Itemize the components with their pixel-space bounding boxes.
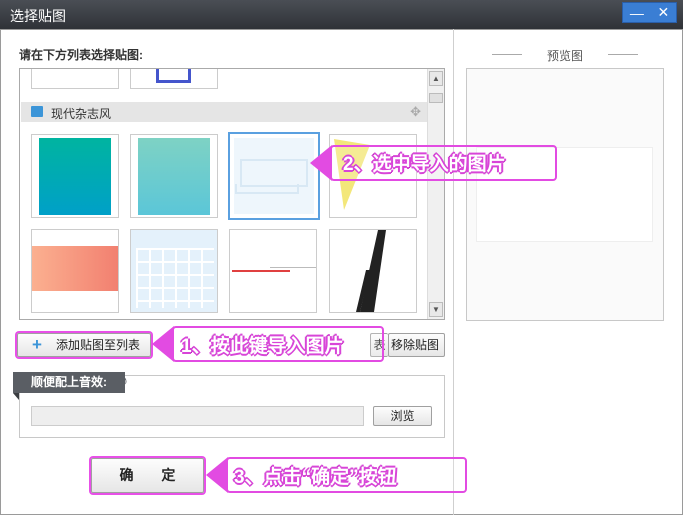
- annotation-step1: 1、按此键导入图片: [181, 336, 344, 357]
- add-sticker-button[interactable]: + 添加贴图至列表: [17, 333, 151, 357]
- plus-icon: +: [32, 335, 42, 354]
- close-button[interactable]: ✕: [657, 4, 669, 21]
- list-heading: 请在下方列表选择贴图:: [19, 48, 143, 62]
- window-controls: — ✕: [622, 2, 677, 23]
- sound-effect-label: 顺便配上音效:: [13, 372, 125, 400]
- category-label: 现代杂志风: [51, 107, 112, 121]
- panel-divider: [453, 29, 454, 515]
- annotation-arrow-2: [310, 145, 332, 181]
- move-icon[interactable]: ✥: [410, 104, 421, 120]
- scroll-down-arrow-icon[interactable]: ▼: [429, 302, 443, 317]
- annotation-step3: 3、点击“确定”按钮: [234, 467, 397, 488]
- sticker-thumb-frame-selected[interactable]: [228, 132, 320, 220]
- confirm-button[interactable]: 确 定: [91, 458, 204, 493]
- scroll-up-arrow-icon[interactable]: ▲: [429, 71, 443, 86]
- stripes-shape: [356, 230, 386, 312]
- sticker-thumb-peach[interactable]: [31, 229, 119, 313]
- sticker-thumb-black-stripes[interactable]: [329, 229, 417, 313]
- add-sticker-label: 添加贴图至列表: [56, 338, 141, 352]
- sticker-thumb-teal-blue[interactable]: [31, 134, 119, 218]
- music-note-icon: ♪: [118, 369, 129, 392]
- list-scrollbar[interactable]: ▲ ▼: [427, 69, 444, 319]
- sticker-list[interactable]: 现代杂志风 ✥ ▲ ▼: [19, 68, 445, 320]
- minimize-button[interactable]: —: [630, 5, 644, 21]
- browse-button[interactable]: 浏览: [373, 406, 432, 426]
- title-bar: 选择贴图 — ✕: [0, 0, 683, 29]
- remove-sticker-button[interactable]: 移除贴图: [388, 333, 445, 357]
- sticker-thumb[interactable]: [130, 69, 218, 89]
- sticker-thumb-aqua[interactable]: [130, 134, 218, 218]
- category-header[interactable]: 现代杂志风 ✥: [21, 102, 427, 122]
- image-icon: [31, 106, 43, 117]
- window-title: 选择贴图: [10, 8, 66, 24]
- scroll-thumb[interactable]: [429, 93, 443, 103]
- annotation-arrow-3: [206, 457, 228, 493]
- sticker-thumb[interactable]: [31, 69, 119, 89]
- sticker-thumb-grid[interactable]: [130, 229, 218, 313]
- sound-path-input[interactable]: [31, 406, 364, 426]
- sticker-thumb-line[interactable]: [229, 229, 317, 313]
- annotation-arrow-1: [152, 326, 174, 362]
- annotation-step2: 2、选中导入的图片: [343, 154, 506, 175]
- preview-heading: 预览图: [492, 47, 638, 64]
